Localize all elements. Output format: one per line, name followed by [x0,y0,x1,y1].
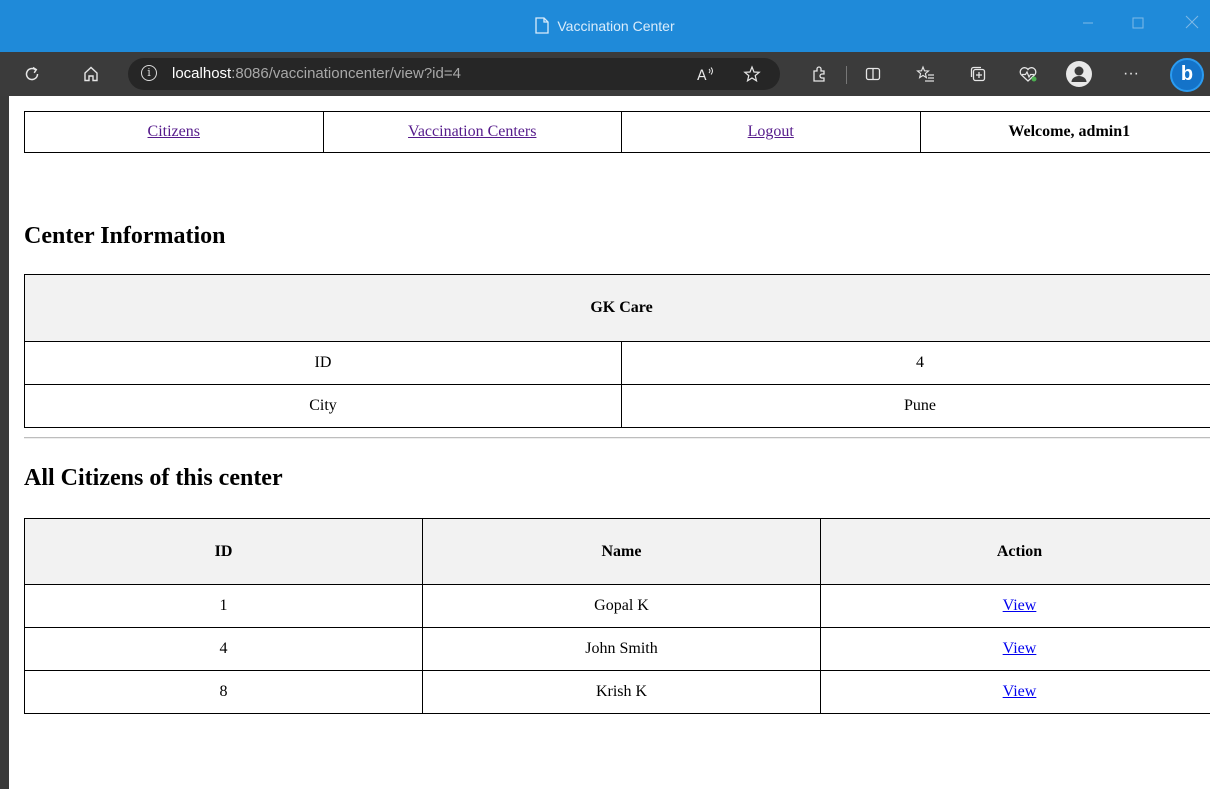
page-content: Citizens Vaccination Centers Logout Welc… [9,96,1210,789]
nav-cell-logout: Logout [621,111,921,153]
nav-cell-centers: Vaccination Centers [322,111,622,153]
info-label-id: ID [24,341,622,385]
nav-citizens-link[interactable]: Citizens [148,123,200,140]
browser-toolbar: i localhost:8086/vaccinationcenter/view?… [0,52,1210,96]
citizen-name: Gopal K [422,584,821,628]
nav-centers-link[interactable]: Vaccination Centers [408,123,536,140]
nav-logout-link[interactable]: Logout [748,123,794,140]
citizen-name: Krish K [422,670,821,714]
favorites-icon[interactable] [914,62,938,86]
toolbar-separator [846,66,847,84]
table-row: City Pune [24,384,1210,428]
center-info-table: GK Care ID 4 City Pune [24,274,1210,428]
table-row: ID 4 [24,341,1210,385]
svg-text:A: A [697,68,707,83]
nav-cell-citizens: Citizens [24,111,324,153]
citizen-name: John Smith [422,627,821,671]
view-citizen-link[interactable]: View [1003,640,1037,657]
read-aloud-icon[interactable]: A [694,62,718,86]
horizontal-rule [24,437,1210,439]
url-host: localhost [172,65,232,82]
address-bar[interactable]: i localhost:8086/vaccinationcenter/view?… [128,58,780,90]
info-value-city: Pune [621,384,1210,428]
welcome-message: Welcome, admin1 [919,111,1210,153]
window-titlebar: Vaccination Center [0,0,1210,52]
column-header-action: Action [820,518,1210,585]
table-row: 8 Krish K View [24,670,1210,714]
refresh-icon[interactable] [20,62,44,86]
citizen-id: 1 [24,584,423,628]
citizen-action-cell: View [820,627,1210,671]
more-icon[interactable]: ··· [1119,62,1143,86]
info-label-city: City [24,384,622,428]
center-info-heading: Center Information [24,223,226,249]
citizens-heading: All Citizens of this center [24,465,283,491]
url-text[interactable]: localhost:8086/vaccinationcenter/view?id… [172,65,461,82]
view-citizen-link[interactable]: View [1003,597,1037,614]
bing-copilot-icon[interactable]: b [1170,58,1204,92]
url-path: :8086/vaccinationcenter/view?id=4 [231,65,461,82]
extensions-icon[interactable] [807,62,831,86]
browser-essentials-icon[interactable] [1016,62,1040,86]
column-header-name: Name [422,518,821,585]
split-screen-icon[interactable] [861,62,885,86]
minimize-icon[interactable] [1076,13,1100,37]
close-icon[interactable] [1180,13,1204,37]
info-value-id: 4 [621,341,1210,385]
document-icon [535,17,550,37]
column-header-id: ID [24,518,423,585]
window-title-area: Vaccination Center [0,17,1210,37]
citizens-table: ID Name Action 1 Gopal K View 4 John Smi… [24,518,1210,714]
profile-icon[interactable] [1066,61,1092,87]
home-icon[interactable] [79,62,103,86]
center-name: GK Care [24,274,1210,342]
citizen-id: 4 [24,627,423,671]
citizen-action-cell: View [820,584,1210,628]
info-icon[interactable]: i [141,65,157,81]
maximize-icon[interactable] [1126,13,1150,37]
citizen-action-cell: View [820,670,1210,714]
citizen-id: 8 [24,670,423,714]
table-row: 4 John Smith View [24,627,1210,671]
table-header-row: ID Name Action [24,518,1210,585]
window-left-border [0,96,9,789]
view-citizen-link[interactable]: View [1003,683,1037,700]
top-nav: Citizens Vaccination Centers Logout Welc… [24,111,1210,153]
window-title: Vaccination Center [557,18,675,34]
table-row: 1 Gopal K View [24,584,1210,628]
favorite-star-icon[interactable] [740,62,764,86]
collections-icon[interactable] [966,62,990,86]
